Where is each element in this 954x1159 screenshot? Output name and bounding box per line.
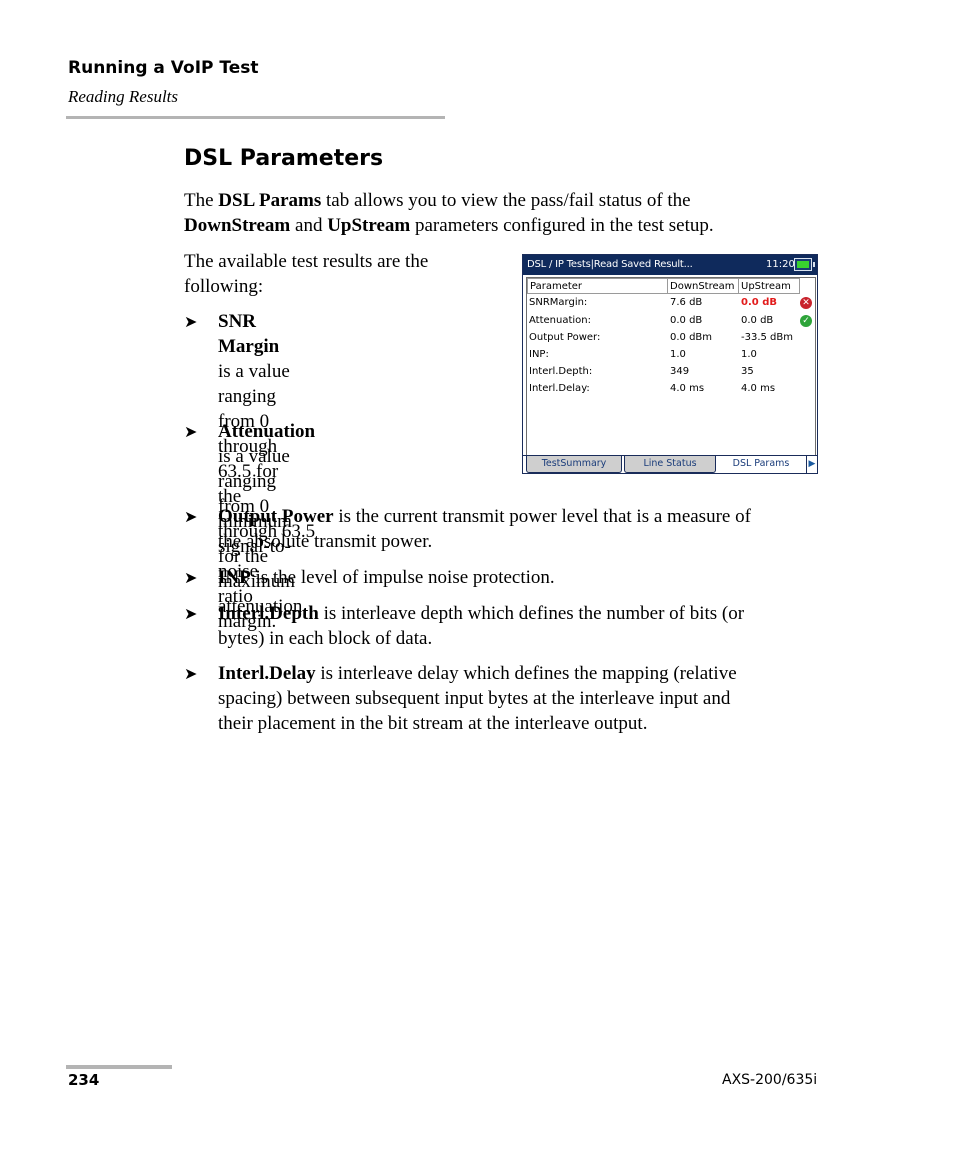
upstream-cell: 0.0 dB — [741, 297, 777, 308]
downstream-cell: 4.0 ms — [670, 383, 705, 394]
intro-text: parameters configured in the test setup. — [410, 215, 714, 236]
intro-text: and — [290, 215, 328, 236]
arrow-bullet-icon: ➤ — [184, 314, 198, 331]
device-title: DSL / IP Tests|Read Saved Result... — [527, 259, 693, 270]
product-model: AXS-200/635i — [722, 1072, 818, 1088]
header-rule — [66, 116, 445, 119]
param-cell: INP: — [529, 349, 549, 360]
upstream-cell: 35 — [741, 366, 754, 377]
bullet-text: the absolute transmit power. — [218, 531, 433, 552]
available-paragraph: The available test results are the follo… — [184, 249, 428, 299]
bullet-term: Interl.Delay — [218, 663, 316, 684]
bullet-text: is the level of impulse noise protection… — [250, 567, 555, 588]
downstream-cell: 0.0 dB — [670, 315, 703, 326]
tab-dsl-params[interactable]: DSL Params — [718, 456, 804, 473]
bullet-text: spacing) between subsequent input bytes … — [218, 688, 731, 709]
arrow-bullet-icon: ➤ — [184, 570, 198, 587]
intro-term: DownStream — [184, 215, 291, 236]
chapter-title: Running a VoIP Test — [68, 58, 259, 78]
bullet-text: is the current transmit power level that… — [333, 506, 751, 527]
intro-text: tab allows you to view the pass/fail sta… — [321, 190, 691, 211]
intro-paragraph: The DSL Params tab allows you to view th… — [184, 188, 824, 238]
bullet-text: their placement in the bit stream at the… — [218, 713, 648, 734]
upstream-cell: 0.0 dB — [741, 315, 774, 326]
upstream-cell: -33.5 dBm — [741, 332, 794, 343]
battery-level — [797, 261, 809, 268]
bullet-term: SNR Margin — [218, 311, 280, 357]
tab-test-summary[interactable]: TestSummary — [526, 456, 622, 473]
results-table: Parameter DownStream UpStream SNRMargin:… — [526, 277, 816, 456]
bullet-text: is a value ranging — [218, 361, 290, 407]
tab-line-status[interactable]: Line Status — [624, 456, 716, 473]
section-subtitle: Reading Results — [68, 87, 179, 106]
arrow-bullet-icon: ➤ — [184, 666, 198, 683]
page-title: DSL Parameters — [184, 146, 384, 171]
bullet-term: INP — [218, 567, 251, 588]
bullet-text: bytes) in each block of data. — [218, 628, 433, 649]
intro-term: UpStream — [327, 215, 411, 236]
column-header-downstream: DownStream — [667, 278, 739, 294]
param-cell: Interl.Depth: — [529, 366, 593, 377]
intro-text: The — [184, 190, 219, 211]
column-header-upstream: UpStream — [738, 278, 800, 294]
device-screenshot: DSL / IP Tests|Read Saved Result... 11:2… — [522, 254, 818, 474]
device-tab-bar: TestSummary Line Status DSL Params ▶ — [523, 455, 817, 473]
bullet-term: Interl.Depth — [218, 603, 319, 624]
upstream-cell: 1.0 — [741, 349, 757, 360]
bullet-text: is interleave delay which defines the ma… — [315, 663, 737, 684]
downstream-cell: 1.0 — [670, 349, 686, 360]
fail-icon: ✕ — [800, 297, 812, 309]
device-title-bar: DSL / IP Tests|Read Saved Result... 11:2… — [523, 255, 817, 275]
param-cell: Interl.Delay: — [529, 383, 590, 394]
bullet-term: Output Power — [218, 506, 334, 527]
bullet-text: is a value ranging — [218, 446, 290, 492]
available-text: following: — [184, 276, 264, 297]
tab-scroll-right-icon[interactable]: ▶ — [806, 456, 817, 473]
footer-rule — [66, 1065, 172, 1069]
arrow-bullet-icon: ➤ — [184, 509, 198, 526]
page-number: 234 — [68, 1071, 100, 1089]
arrow-bullet-icon: ➤ — [184, 424, 198, 441]
param-cell: Attenuation: — [529, 315, 591, 326]
downstream-cell: 7.6 dB — [670, 297, 703, 308]
device-clock: 11:20 — [766, 259, 795, 270]
bullet-term: Attenuation — [218, 421, 316, 442]
downstream-cell: 349 — [670, 366, 690, 377]
param-cell: Output Power: — [529, 332, 601, 343]
pass-icon: ✓ — [800, 315, 812, 327]
intro-term: DSL Params — [218, 190, 322, 211]
param-cell: SNRMargin: — [529, 297, 588, 308]
battery-charging-icon — [794, 258, 815, 271]
bullet-text: is interleave depth which defines the nu… — [318, 603, 745, 624]
available-text: The available test results are the — [184, 251, 429, 272]
downstream-cell: 0.0 dBm — [670, 332, 713, 343]
column-header-parameter: Parameter — [527, 278, 668, 294]
arrow-bullet-icon: ➤ — [184, 606, 198, 623]
upstream-cell: 4.0 ms — [741, 383, 776, 394]
